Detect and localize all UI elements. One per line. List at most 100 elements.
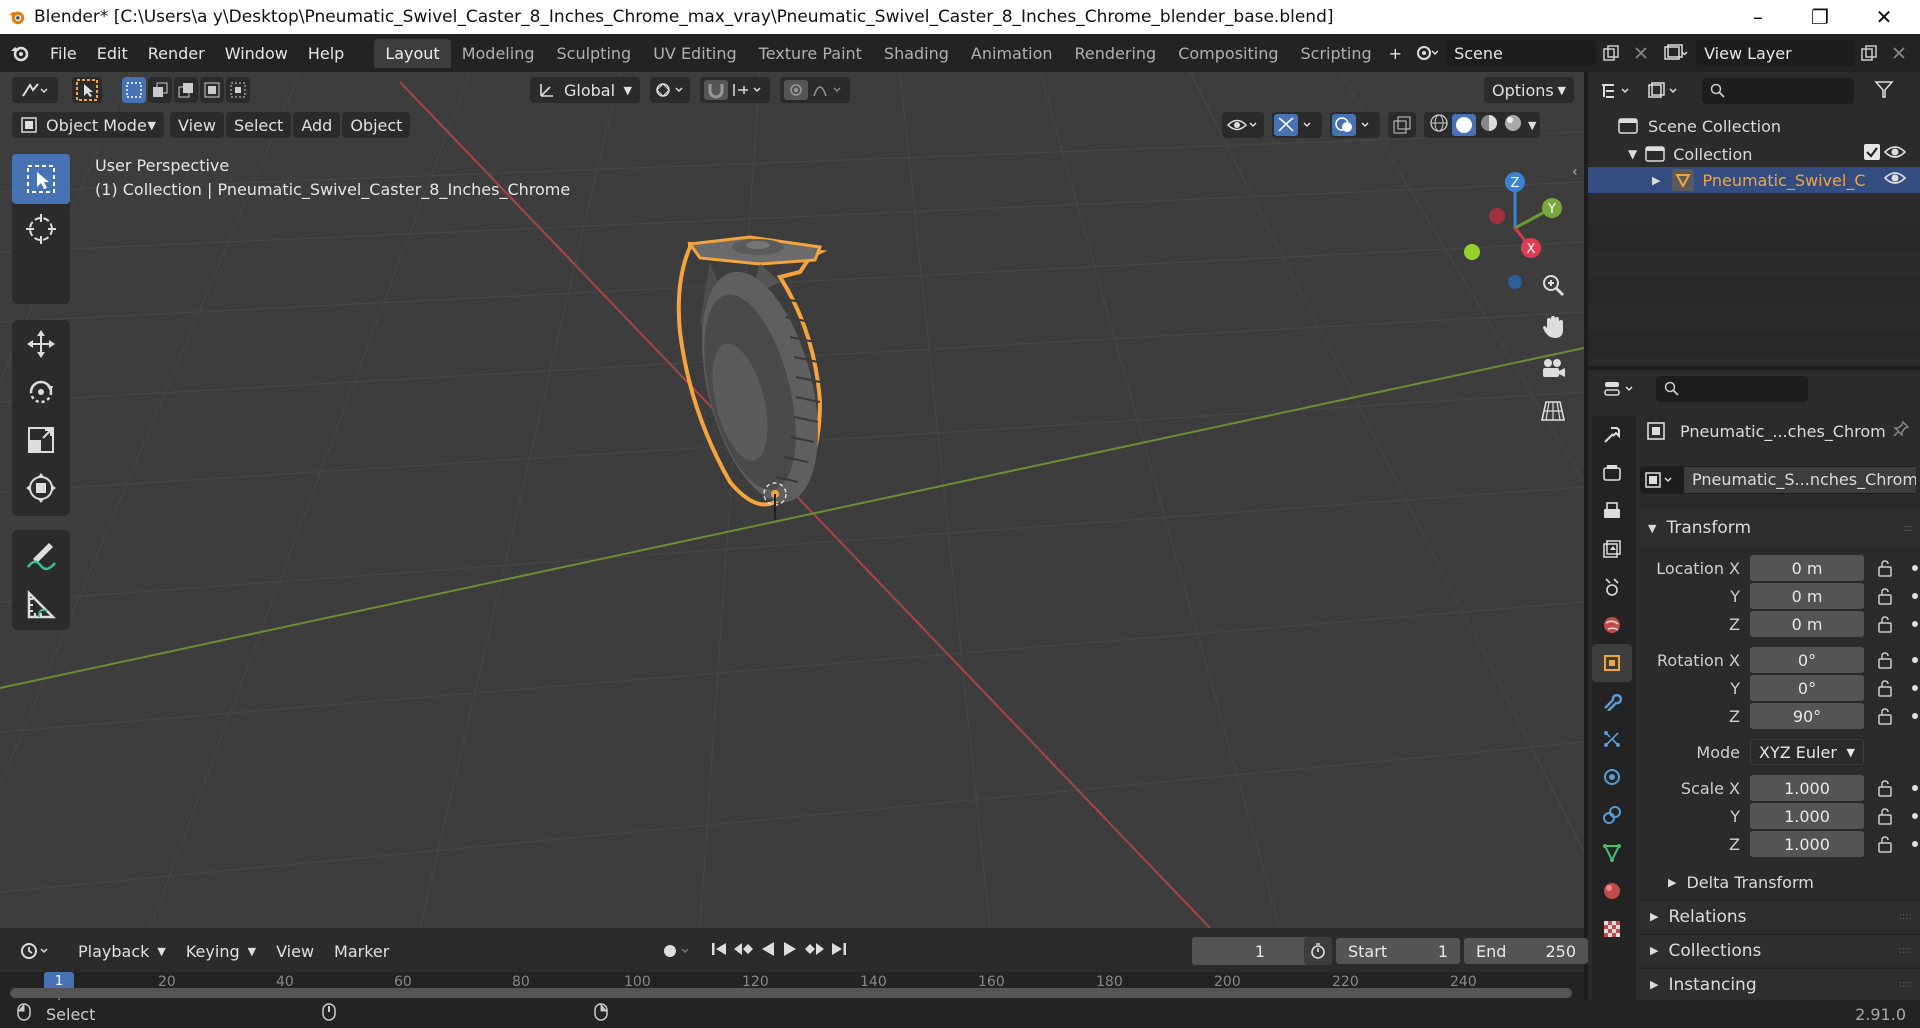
prev-keyframe-icon[interactable] <box>732 940 754 962</box>
end-frame-field[interactable]: End 250 <box>1464 938 1588 964</box>
select-new-icon[interactable] <box>122 77 146 103</box>
rotate-tool[interactable] <box>12 368 70 416</box>
lock-icon[interactable] <box>1872 803 1898 829</box>
new-scene-icon[interactable] <box>1596 39 1626 67</box>
add-workspace-button[interactable]: + <box>1383 44 1408 63</box>
world-tab-icon[interactable] <box>1592 606 1632 644</box>
view-layer-selector-icon[interactable] <box>1656 39 1696 67</box>
solid-shading-icon[interactable] <box>1452 114 1476 136</box>
tab-scripting[interactable]: Scripting <box>1290 39 1383 68</box>
drag-handle-icon[interactable]: :::: <box>1903 523 1914 534</box>
select-subtract-icon[interactable] <box>174 77 198 103</box>
particles-tab-icon[interactable] <box>1592 720 1632 758</box>
select-extend-icon[interactable] <box>148 77 172 103</box>
preview-range-stopwatch-icon[interactable] <box>1304 937 1332 965</box>
lock-icon[interactable] <box>1872 555 1898 581</box>
play-icon[interactable] <box>781 940 799 962</box>
zoom-icon[interactable] <box>1534 266 1572 304</box>
timeline-menu-view[interactable]: View <box>268 938 323 964</box>
editor-type-icon[interactable] <box>12 77 58 103</box>
viewport-3d[interactable]: Global ▼ Options ▼ Object Mode ▼ View Se… <box>0 72 1584 928</box>
keyframe-dot-icon[interactable] <box>1912 685 1918 691</box>
viewport-menu-object[interactable]: Object <box>342 112 411 138</box>
scale-z-field[interactable]: 1.000 <box>1750 831 1864 857</box>
collections-panel-header[interactable]: ▶ Collections :::: <box>1640 934 1920 966</box>
expand-chevron-right-icon[interactable]: ▶ <box>1652 174 1660 187</box>
lock-icon[interactable] <box>1872 775 1898 801</box>
outliner-search-input[interactable] <box>1702 78 1854 104</box>
snapping-group[interactable] <box>700 77 770 103</box>
jump-start-icon[interactable] <box>710 940 728 962</box>
shading-options-chevron-icon[interactable]: ▼ <box>1528 119 1536 132</box>
view-layer-field[interactable]: View Layer <box>1696 40 1855 66</box>
outliner-editor-type-icon[interactable] <box>1596 78 1638 104</box>
drag-handle-icon[interactable]: :::: <box>1899 979 1912 990</box>
keyframe-dot-icon[interactable] <box>1912 593 1918 599</box>
transform-orientation-dropdown[interactable]: Global ▼ <box>530 77 640 103</box>
filter-funnel-icon[interactable] <box>1874 79 1894 103</box>
wireframe-shading-icon[interactable] <box>1428 112 1450 138</box>
lock-icon[interactable] <box>1872 831 1898 857</box>
pin-icon[interactable] <box>1892 420 1910 442</box>
delta-transform-subpanel[interactable]: ▶ Delta Transform <box>1640 868 1920 896</box>
camera-view-icon[interactable] <box>1534 350 1572 388</box>
close-window-button[interactable]: ✕ <box>1856 0 1912 34</box>
location-x-field[interactable]: 0 m <box>1750 555 1864 581</box>
scene-name-field[interactable]: Scene <box>1446 40 1597 66</box>
move-tool[interactable] <box>12 320 70 368</box>
tab-shading[interactable]: Shading <box>873 39 960 68</box>
outliner-row-scene-collection[interactable]: Scene Collection <box>1618 114 1781 138</box>
tab-rendering[interactable]: Rendering <box>1064 39 1168 68</box>
tab-layout[interactable]: Layout <box>374 38 451 68</box>
xray-toggle-icon[interactable] <box>1388 112 1416 138</box>
gizmo-toggle-icon[interactable] <box>1272 112 1322 138</box>
maximize-button[interactable]: ❐ <box>1792 0 1848 34</box>
scene-selector-icon[interactable] <box>1408 39 1446 67</box>
viewport-menu-add[interactable]: Add <box>293 112 341 138</box>
outliner-row-object-selected[interactable]: ▶ Pneumatic_Swivel_C <box>1588 167 1920 193</box>
tab-compositing[interactable]: Compositing <box>1167 39 1289 68</box>
scene-tab-icon[interactable] <box>1592 568 1632 606</box>
annotate-tool[interactable] <box>12 530 70 580</box>
lock-icon[interactable] <box>1872 611 1898 637</box>
object-data-name-field[interactable]: Pneumatic_S...nches_Chrome <box>1684 467 1916 493</box>
keyframe-dot-icon[interactable] <box>1912 813 1918 819</box>
tab-texture-paint[interactable]: Texture Paint <box>748 39 873 68</box>
visibility-eye-icon[interactable] <box>1883 170 1907 190</box>
next-keyframe-icon[interactable] <box>804 940 826 962</box>
ortho-perspective-toggle-icon[interactable] <box>1534 392 1572 430</box>
menu-file[interactable]: File <box>40 44 87 63</box>
pan-hand-icon[interactable] <box>1534 308 1572 346</box>
keyframe-dot-icon[interactable] <box>1912 713 1918 719</box>
measure-tool[interactable] <box>12 580 70 630</box>
pivot-point-icon[interactable] <box>650 77 690 103</box>
timeline-ruler[interactable]: 1 20 40 60 80 100 120 140 160 180 200 22… <box>0 972 1584 1000</box>
exclude-checkbox-icon[interactable] <box>1864 144 1880 164</box>
location-z-field[interactable]: 0 m <box>1750 611 1864 637</box>
rotation-y-field[interactable]: 0° <box>1750 675 1864 701</box>
lock-icon[interactable] <box>1872 647 1898 673</box>
keyframe-dot-icon[interactable] <box>1912 657 1918 663</box>
transform-tool[interactable] <box>12 464 70 512</box>
timeline-scrollbar[interactable] <box>10 988 1572 998</box>
visibility-eye-icon[interactable] <box>1883 144 1907 164</box>
overlays-toggle-icon[interactable] <box>1330 112 1380 138</box>
proportional-editing-group[interactable] <box>780 77 850 103</box>
render-tab-icon[interactable] <box>1592 454 1632 492</box>
rotation-x-field[interactable]: 0° <box>1750 647 1864 673</box>
timeline-menu-keying[interactable]: Keying ▼ <box>177 938 265 964</box>
object-mode-dropdown[interactable]: Object Mode ▼ <box>12 112 164 138</box>
mesh-data-tab-icon[interactable] <box>1592 834 1632 872</box>
view-layer-tab-icon[interactable] <box>1592 530 1632 568</box>
keyframe-dot-icon[interactable] <box>1912 785 1918 791</box>
sidebar-toggle-chevron-icon[interactable]: ‹ <box>1572 164 1578 180</box>
properties-search-input[interactable] <box>1656 376 1808 402</box>
blender-menu-icon[interactable] <box>0 43 40 63</box>
relations-panel-header[interactable]: ▶ Relations :::: <box>1640 900 1920 932</box>
delete-scene-icon[interactable] <box>1626 39 1656 67</box>
keyframe-dot-icon[interactable] <box>1912 621 1918 627</box>
select-invert-icon[interactable] <box>200 77 224 103</box>
jump-end-icon[interactable] <box>830 940 848 962</box>
modifier-wrench-tab-icon[interactable] <box>1592 682 1632 720</box>
expand-chevron-down-icon[interactable]: ▼ <box>1628 147 1637 161</box>
